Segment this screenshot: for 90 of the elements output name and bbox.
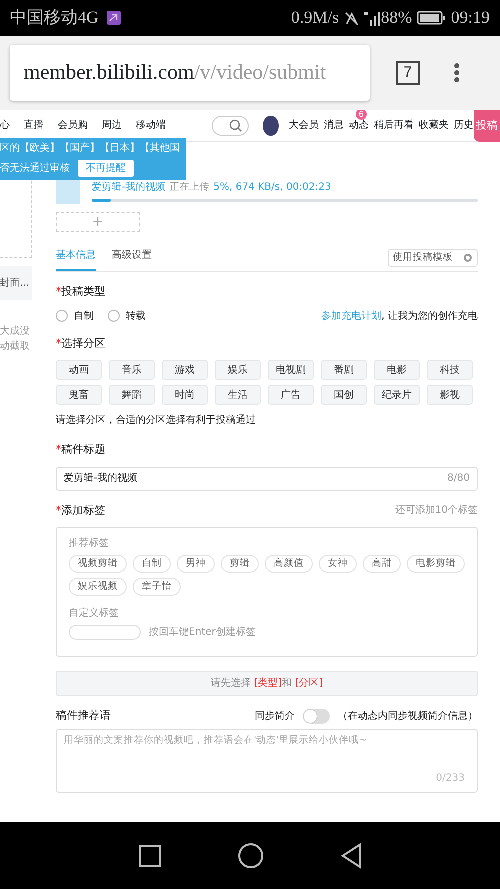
image-notification-icon (106, 10, 122, 26)
template-button[interactable]: 使用投稿模板 (388, 248, 478, 267)
category-button[interactable]: 音乐 (109, 360, 155, 380)
selection-notice: 请先选择 [类型]和 [分区] (211, 676, 323, 691)
section-label: *添加标签 (56, 502, 106, 518)
category-button[interactable]: 动画 (56, 360, 102, 380)
tag-limit-text: 还可添加10个标签 (395, 504, 478, 518)
sync-note: （在动态内同步视频简介信息） (338, 710, 478, 724)
charge-plan-text: 参加充电计划, 让我为您的创作充电 (322, 310, 478, 324)
category-button[interactable]: 鬼畜 (56, 385, 102, 405)
popup-text: 区的【欧美】【国产】【日本】【其他国 (0, 142, 180, 156)
battery-icon (417, 10, 446, 26)
category-button[interactable]: 纪录片 (374, 385, 420, 405)
sync-toggle[interactable] (303, 708, 330, 724)
category-button[interactable]: 番剧 (321, 360, 367, 380)
category-hint: 请选择分区，合适的分区选择有利于投稿通过 (56, 414, 257, 428)
section-label: *投稿类型 (56, 284, 106, 300)
notification-badge: 6 (356, 110, 367, 120)
tag-chip[interactable]: 女神 (319, 555, 357, 573)
battery-level: 88% (381, 7, 412, 30)
nav-link[interactable]: 周边 (102, 118, 122, 133)
category-button[interactable]: 影视 (427, 385, 473, 405)
signal-icon (364, 10, 382, 26)
sidebar-text: 大成没 (0, 324, 31, 339)
category-button[interactable]: 电视剧 (268, 360, 314, 380)
category-button[interactable]: 科技 (427, 360, 473, 380)
tag-chip[interactable]: 自制 (133, 555, 171, 573)
nav-link[interactable]: 动态 (348, 120, 369, 131)
tab-count-button[interactable]: 7 (396, 61, 420, 85)
nav-link[interactable]: 心 (0, 118, 10, 133)
menu-icon[interactable] (454, 63, 460, 83)
tag-input-hint: 按回车键Enter创建标签 (149, 626, 256, 640)
back-icon[interactable] (340, 842, 362, 868)
muted-icon (344, 10, 360, 26)
nav-link[interactable]: 消息 (324, 120, 344, 131)
radio-label: 自制 (74, 310, 94, 324)
tag-input[interactable] (69, 625, 141, 640)
search-icon (229, 119, 242, 132)
tag-chip[interactable]: 娱乐视频 (69, 578, 127, 596)
tag-chip[interactable]: 男神 (177, 555, 215, 573)
popup-text: 否无法通过审核 (0, 162, 70, 176)
character-counter: 0/233 (436, 772, 465, 786)
nav-link[interactable]: 稍后再看 (374, 120, 414, 131)
nav-link[interactable]: 移动端 (136, 118, 166, 133)
section-label: *选择分区 (56, 336, 106, 352)
character-counter: 8/80 (448, 472, 470, 486)
category-button[interactable]: 娱乐 (215, 360, 261, 380)
nav-link[interactable]: 直播 (24, 118, 44, 133)
video-thumbnail (56, 180, 80, 204)
network-speed: 0.9M/s (291, 7, 340, 30)
upload-status: 正在上传 (170, 180, 210, 195)
search-field[interactable] (212, 116, 250, 136)
nav-link[interactable]: 大会员 (288, 120, 319, 131)
radio-button[interactable] (108, 310, 120, 322)
category-button[interactable]: 国创 (321, 385, 367, 405)
section-label: *稿件标题 (56, 442, 106, 458)
category-button[interactable]: 生活 (215, 385, 261, 405)
radio-label: 转载 (126, 310, 146, 324)
radio-button[interactable] (56, 310, 68, 322)
home-icon[interactable] (238, 842, 264, 868)
carrier-name: 中国移动4G (10, 7, 99, 30)
file-name: 爱剪辑-我的视频 (92, 180, 166, 195)
recommended-tags-label: 推荐标签 (69, 536, 110, 551)
address-bar[interactable]: member.bilibili.com/v/video/submit (10, 45, 370, 101)
sidebar-text: 封面... (0, 278, 30, 289)
sync-label: 同步简介 (255, 710, 295, 724)
tab[interactable]: 高级设置 (112, 248, 152, 271)
tag-chip[interactable]: 电影剪辑 (407, 555, 465, 573)
recent-apps-icon[interactable] (138, 844, 162, 868)
category-button[interactable]: 广告 (268, 385, 314, 405)
settings-icon (463, 252, 473, 263)
section-label: 稿件推荐语 (56, 708, 111, 724)
tag-chip[interactable]: 视频剪辑 (69, 555, 127, 573)
title-field[interactable]: 爱剪辑-我的视频 8/80 (56, 466, 478, 490)
tag-chip[interactable]: 剪辑 (221, 555, 259, 573)
nav-link[interactable]: 会员购 (58, 118, 88, 133)
nav-link[interactable]: 收藏夹 (418, 120, 449, 131)
custom-tags-label: 自定义标签 (69, 606, 120, 621)
avatar[interactable] (263, 116, 279, 136)
category-button[interactable]: 游戏 (162, 360, 208, 380)
upload-progress-text: 5%, 674 KB/s, 00:02:23 (214, 181, 332, 195)
category-button[interactable]: 时尚 (162, 385, 208, 405)
tag-chip[interactable]: 高颜值 (265, 555, 313, 573)
tag-chip[interactable]: 高甜 (363, 555, 401, 573)
nav-link[interactable]: 历史 (454, 120, 474, 131)
category-button[interactable]: 舞蹈 (109, 385, 155, 405)
clock-time: 09:19 (451, 7, 490, 30)
tag-chip[interactable]: 章子怡 (133, 578, 181, 596)
sidebar-text: 动截取 (0, 340, 31, 354)
category-button[interactable]: 电影 (374, 360, 420, 380)
